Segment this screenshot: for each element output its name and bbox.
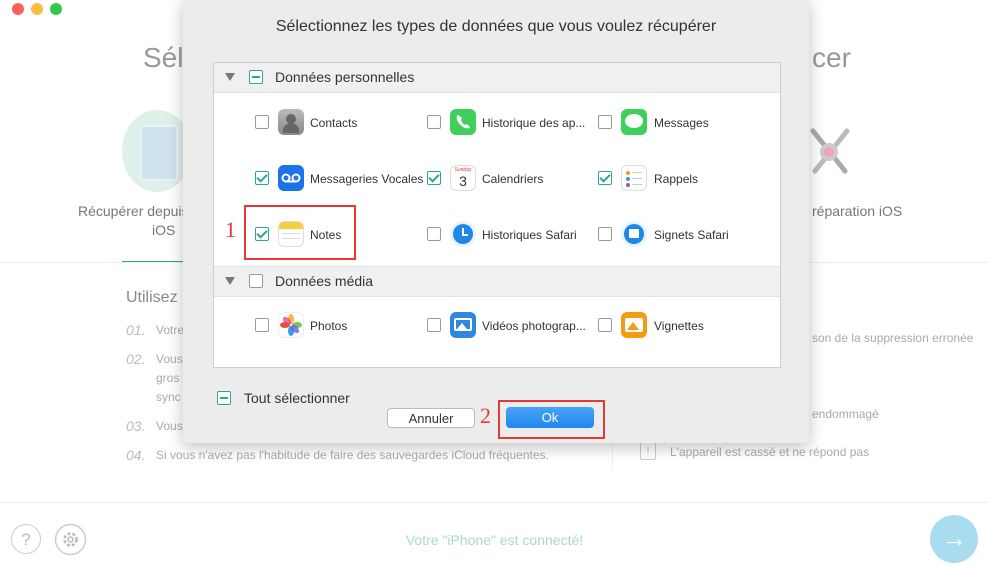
connection-status: Votre "iPhone" est connecté! bbox=[405, 532, 584, 548]
safari-history-icon bbox=[450, 221, 476, 247]
list-text-2b: gros bbox=[156, 371, 180, 385]
step-1-label: 1 bbox=[225, 217, 236, 242]
item-label-photos: Photos bbox=[310, 319, 348, 333]
background-heading-right: cer bbox=[812, 42, 851, 73]
checkbox-safari-bookmarks[interactable] bbox=[598, 227, 612, 241]
right-list-1: son de la suppression erronée bbox=[812, 331, 974, 345]
item-label-safari-history: Historiques Safari bbox=[482, 228, 577, 242]
section-personal-header[interactable]: Données personnelles bbox=[214, 63, 780, 93]
checkbox-reminders[interactable] bbox=[598, 171, 612, 185]
checkbox-call-history[interactable] bbox=[427, 115, 441, 129]
list-num-4: 04. bbox=[126, 447, 146, 463]
mode-left-label-1: Récupérer depuis bbox=[78, 203, 189, 219]
step-2-label: 2 bbox=[480, 403, 491, 428]
next-button[interactable]: → bbox=[930, 515, 978, 563]
item-label-reminders: Rappels bbox=[654, 172, 699, 186]
phone-icon bbox=[450, 109, 476, 135]
item-label-calendars: Calendriers bbox=[482, 172, 544, 186]
checkbox-contacts[interactable] bbox=[255, 115, 269, 129]
disclosure-triangle-icon[interactable] bbox=[225, 277, 235, 285]
select-all-checkbox[interactable] bbox=[217, 391, 231, 405]
voicemail-icon bbox=[278, 165, 304, 191]
checkbox-thumbnails[interactable] bbox=[598, 318, 612, 332]
item-label-safari-bookmarks: Signets Safari bbox=[654, 228, 729, 242]
item-label-photo-videos: Vidéos photograp... bbox=[482, 319, 586, 333]
list-text-2c: sync bbox=[156, 390, 181, 404]
item-label-call-history: Historique des ap... bbox=[482, 116, 586, 130]
list-num-3: 03. bbox=[126, 418, 146, 434]
zoom-window-button[interactable] bbox=[50, 3, 62, 15]
item-label-voicemail: Messageries Vocales bbox=[310, 172, 424, 186]
disclosure-triangle-icon[interactable] bbox=[225, 73, 235, 81]
select-all-label[interactable]: Tout sélectionner bbox=[244, 390, 350, 406]
ios-device-screen bbox=[140, 125, 178, 181]
section-media-label: Données média bbox=[275, 273, 374, 289]
photos-icon bbox=[278, 312, 304, 338]
checkbox-safari-history[interactable] bbox=[427, 227, 441, 241]
section-media-header[interactable]: Données média bbox=[214, 266, 780, 297]
divider-bottom bbox=[0, 502, 989, 503]
checkbox-photo-videos[interactable] bbox=[427, 318, 441, 332]
list-text-3: Vous bbox=[156, 419, 183, 433]
checkbox-voicemail[interactable] bbox=[255, 171, 269, 185]
background-heading-left: Sél bbox=[143, 42, 184, 73]
usage-heading: Utilisez bbox=[126, 289, 178, 306]
repair-tools-icon[interactable] bbox=[805, 125, 855, 180]
minimize-window-button[interactable] bbox=[31, 3, 43, 15]
item-label-messages: Messages bbox=[654, 116, 709, 130]
section-personal-label: Données personnelles bbox=[275, 69, 415, 85]
checkbox-messages[interactable] bbox=[598, 115, 612, 129]
right-list-2: endommagé bbox=[812, 407, 879, 421]
section-media-checkbox[interactable] bbox=[249, 274, 263, 288]
messages-icon bbox=[621, 109, 647, 135]
info-icon: ! bbox=[640, 442, 656, 460]
list-num-2: 02. bbox=[126, 351, 146, 367]
section-personal-checkbox[interactable] bbox=[249, 70, 263, 84]
thumbnails-icon bbox=[621, 312, 647, 338]
cancel-button[interactable]: Annuler bbox=[387, 408, 475, 428]
calendar-icon: Sunday 3 bbox=[450, 165, 476, 191]
checkbox-calendars[interactable] bbox=[427, 171, 441, 185]
item-label-thumbnails: Vignettes bbox=[654, 319, 704, 333]
calendar-icon-date: 3 bbox=[459, 173, 467, 189]
arrow-right-icon: → bbox=[941, 523, 967, 553]
right-list-3: L'appareil est cassé et ne répond pas bbox=[670, 445, 870, 459]
close-window-button[interactable] bbox=[12, 3, 24, 15]
reminders-icon bbox=[621, 165, 647, 191]
list-text-1: Votre bbox=[156, 323, 185, 337]
dialog-title: Sélectionnez les types de données que vo… bbox=[275, 18, 717, 35]
mode-right-label: réparation iOS bbox=[812, 203, 903, 219]
ok-highlight-box bbox=[498, 400, 605, 439]
checkbox-photos[interactable] bbox=[255, 318, 269, 332]
photo-videos-icon bbox=[450, 312, 476, 338]
item-label-contacts: Contacts bbox=[310, 116, 358, 130]
mode-left-label-2: iOS bbox=[152, 222, 176, 238]
list-text-2: Vous bbox=[156, 352, 183, 366]
list-text-4: Si vous n'avez pas l'habitude de faire d… bbox=[156, 448, 549, 462]
contacts-icon bbox=[278, 109, 304, 135]
list-num-1: 01. bbox=[126, 322, 146, 338]
safari-bookmarks-icon bbox=[621, 221, 647, 247]
notes-highlight-box bbox=[244, 205, 356, 260]
